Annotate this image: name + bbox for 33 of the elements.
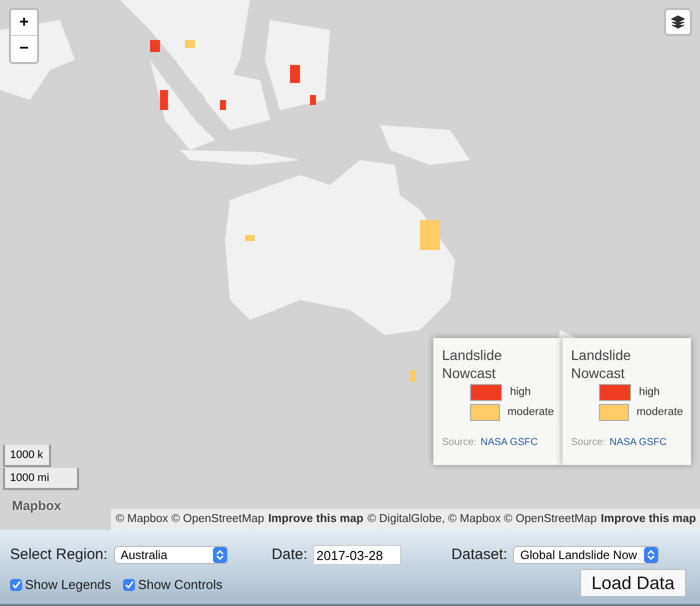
improve-map-link[interactable]: Improve this map — [268, 510, 364, 528]
region-label: Select Region: — [10, 545, 108, 565]
select-arrows-icon — [644, 547, 658, 564]
date-field[interactable]: 2017-03-28 — [313, 545, 402, 566]
checkbox-label: Show Legends — [25, 576, 112, 594]
source-label: Source: — [442, 436, 476, 450]
legend-label: high — [510, 385, 531, 400]
source-link[interactable]: NASA GSFC — [480, 435, 538, 450]
dataset-select[interactable]: Global Landslide Now — [513, 546, 660, 564]
legend-label: moderate — [508, 405, 554, 420]
layers-icon — [671, 15, 685, 29]
checkbox[interactable] — [10, 578, 22, 590]
scale-bar: 1000 k — [3, 445, 51, 467]
source-link[interactable]: NASA GSFC — [609, 435, 667, 450]
legend-title: Landslide Nowcast — [442, 346, 503, 382]
checkbox[interactable] — [123, 578, 136, 590]
region-select[interactable]: Australia — [114, 546, 228, 564]
dataset-label: Dataset: — [451, 545, 508, 565]
improve-map-link[interactable]: Improve this map — [600, 510, 696, 528]
legend-label: high — [639, 385, 660, 400]
mapbox-logo: Mapbox — [12, 497, 62, 515]
legend-label: moderate — [636, 405, 683, 420]
checkbox-label: Show Controls — [138, 576, 223, 594]
source-label: Source: — [571, 436, 606, 450]
load-data-button[interactable]: Load Data — [580, 568, 686, 596]
date-label: Date: — [272, 545, 308, 565]
attribution-text: © DigitalGlobe, © Mapbox © OpenStreetMap — [367, 512, 597, 527]
zoom-in-button[interactable]: + — [11, 10, 37, 36]
layers-button[interactable] — [664, 8, 692, 36]
attribution-text: © Mapbox © OpenStreetMap — [116, 512, 264, 527]
select-arrows-icon — [212, 547, 227, 564]
legend-title: Landslide Nowcast — [571, 346, 632, 382]
scale-bar: 1000 mi — [3, 468, 79, 490]
